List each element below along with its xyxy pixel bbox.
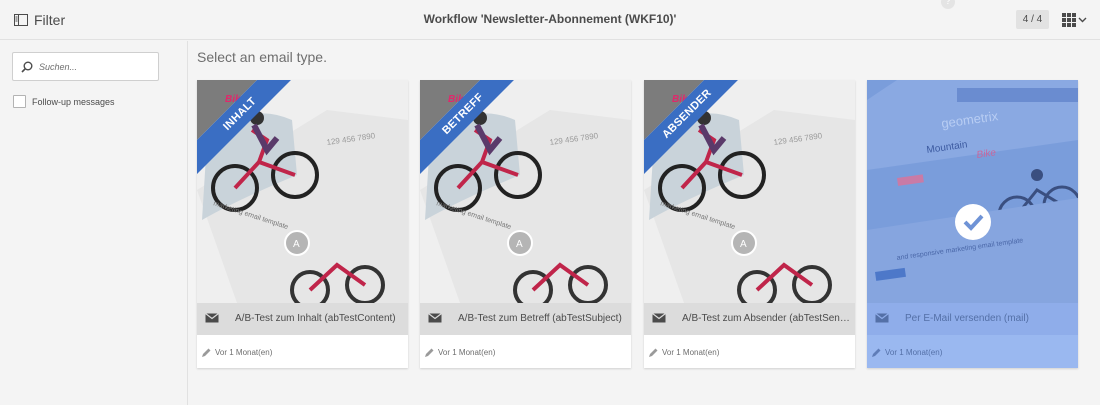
card-thumbnail: A Bike 129 456 7890 marketing email temp…	[644, 80, 855, 303]
search-box[interactable]	[12, 52, 159, 81]
pencil-icon	[872, 348, 881, 357]
envelope-icon	[428, 313, 442, 323]
envelope-icon	[875, 313, 889, 323]
svg-text:A: A	[293, 239, 300, 250]
card-title: A/B-Test zum Absender (abTestSende…	[682, 313, 850, 324]
selected-check-icon	[955, 204, 991, 240]
pencil-icon	[202, 348, 211, 357]
section-heading: Select an email type.	[197, 49, 327, 65]
card-footer: Vor 1 Monat(en)	[867, 335, 1078, 368]
grid-view-icon	[1062, 13, 1076, 27]
followup-label: Follow-up messages	[32, 96, 115, 107]
card-title-bar: A/B-Test zum Absender (abTestSende…	[644, 303, 855, 335]
view-switcher-button[interactable]	[1062, 11, 1087, 29]
email-type-card[interactable]: A Bike 129 456 7890 marketing email temp…	[420, 80, 631, 368]
followup-checkbox[interactable]	[13, 95, 26, 108]
card-thumbnail: A Bike 129 456 7890 marketing email temp…	[420, 80, 631, 303]
card-title-bar: A/B-Test zum Betreff (abTestSubject)	[420, 303, 631, 335]
card-footer: Vor 1 Monat(en)	[420, 335, 631, 368]
card-title: Per E-Mail versenden (mail)	[905, 313, 1029, 324]
main-content: Select an email type. A Bike 129 456 789	[189, 41, 1100, 405]
chevron-down-icon	[1078, 17, 1087, 23]
card-footer: Vor 1 Monat(en)	[197, 335, 408, 368]
envelope-icon	[205, 313, 219, 323]
card-title-bar: Per E-Mail versenden (mail)	[867, 303, 1078, 335]
email-type-card-selected[interactable]: geometrix Mountain Bike and responsive m…	[867, 80, 1078, 368]
top-bar: Filter Workflow 'Newsletter-Abonnement (…	[0, 0, 1100, 40]
svg-text:A: A	[740, 239, 747, 250]
card-modified-date: Vor 1 Monat(en)	[662, 348, 720, 357]
page-title: Workflow 'Newsletter-Abonnement (WKF10)'	[423, 12, 677, 26]
envelope-icon	[652, 313, 666, 323]
followup-filter[interactable]: Follow-up messages	[13, 95, 115, 108]
search-icon	[21, 61, 33, 73]
card-modified-date: Vor 1 Monat(en)	[885, 348, 943, 357]
card-modified-date: Vor 1 Monat(en)	[215, 348, 273, 357]
search-input[interactable]	[39, 61, 149, 72]
email-type-card[interactable]: A Bike 129 456 7890 marketing email temp…	[644, 80, 855, 368]
card-title: A/B-Test zum Betreff (abTestSubject)	[458, 313, 622, 324]
question-icon[interactable]: ?	[941, 0, 955, 9]
card-title-bar: A/B-Test zum Inhalt (abTestContent)	[197, 303, 408, 335]
email-type-card[interactable]: A Bike 129 456 7890 marketing email temp…	[197, 80, 408, 368]
pencil-icon	[425, 348, 434, 357]
svg-text:A: A	[516, 239, 523, 250]
card-thumbnail: A Bike 129 456 7890 marketing email temp…	[197, 80, 408, 303]
card-modified-date: Vor 1 Monat(en)	[438, 348, 496, 357]
selection-counter: 4 / 4	[1016, 10, 1049, 29]
card-thumbnail: geometrix Mountain Bike and responsive m…	[867, 80, 1078, 303]
card-footer: Vor 1 Monat(en)	[644, 335, 855, 368]
card-title: A/B-Test zum Inhalt (abTestContent)	[235, 313, 396, 324]
filter-sidebar: Follow-up messages	[0, 41, 188, 405]
pencil-icon	[649, 348, 658, 357]
